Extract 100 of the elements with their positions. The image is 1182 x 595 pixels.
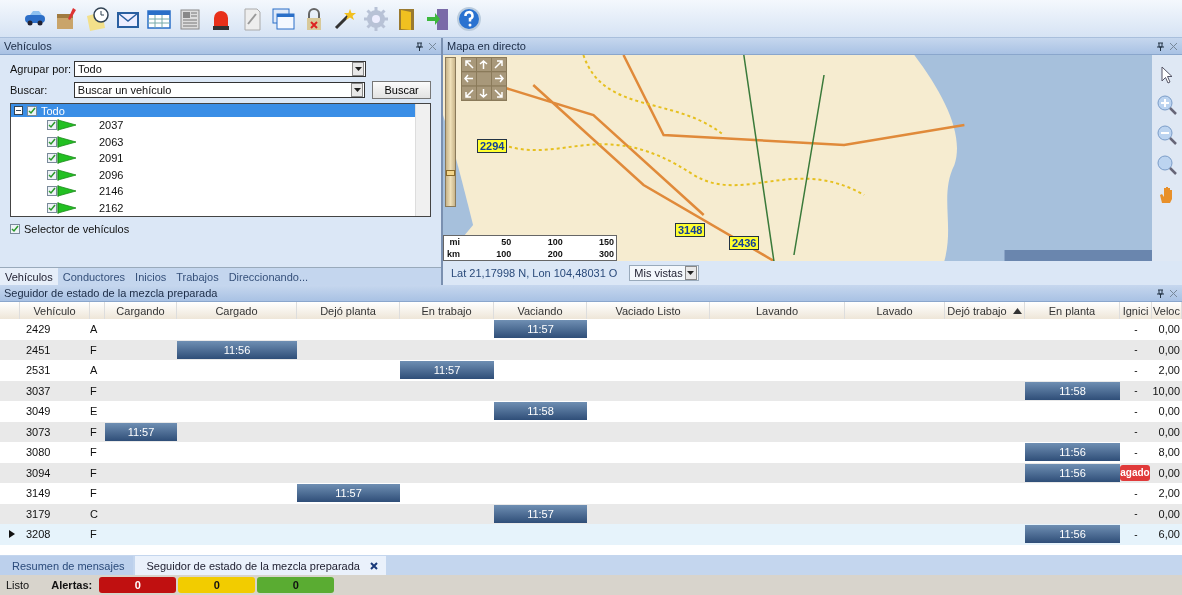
- panel-tab[interactable]: Conductores: [57, 268, 131, 285]
- slider-thumb[interactable]: [446, 170, 455, 176]
- table-cell-text: -: [1133, 486, 1139, 501]
- checkbox[interactable]: [47, 136, 57, 147]
- search-field[interactable]: Buscar un vehículo: [73, 82, 366, 98]
- table-cell: 2,00: [1158, 487, 1180, 500]
- table-row[interactable]: 2451 F 11:56 - 0,00: [0, 339, 1182, 360]
- pin-icon[interactable]: [415, 41, 424, 51]
- field-label: Buscar:: [10, 84, 49, 96]
- stage-time-bar: 11:57: [105, 422, 177, 441]
- vehicle-marker[interactable]: 2436: [729, 236, 760, 250]
- scale-unit: km: [446, 249, 461, 259]
- alert-counter[interactable]: 0: [257, 577, 335, 593]
- stage-time-bar: 11:56: [1025, 463, 1120, 482]
- alert-counter[interactable]: 0: [99, 577, 177, 593]
- tree-label[interactable]: 2162: [99, 201, 124, 214]
- table-cell: F: [90, 446, 97, 459]
- panel-title: Seguidor de estado de la mezcla preparada: [4, 287, 218, 299]
- panel-tab[interactable]: Trabajos: [171, 268, 224, 285]
- table-cell: F: [90, 384, 97, 397]
- dropdown-arrow-icon[interactable]: [687, 271, 695, 275]
- table-cell: 3049: [26, 405, 51, 418]
- collapse-icon[interactable]: [14, 106, 23, 115]
- checkbox[interactable]: [47, 202, 57, 213]
- table-cell: 0,00: [1158, 507, 1180, 520]
- checkbox-label: Selector de vehículos: [24, 223, 130, 235]
- scrollbar[interactable]: [415, 104, 430, 216]
- flag-icon: [57, 135, 77, 148]
- tree-label[interactable]: 2146: [99, 185, 124, 198]
- table-cell: A: [90, 323, 98, 336]
- panel-tab[interactable]: Direccionando...: [223, 268, 314, 285]
- sort-up-icon: [1012, 307, 1022, 314]
- checkbox[interactable]: [27, 105, 37, 116]
- pan-control[interactable]: [461, 57, 507, 101]
- scale-tick: 100: [495, 249, 513, 259]
- search-button[interactable]: Buscar: [372, 81, 431, 99]
- table-cell: 0,00: [1158, 405, 1180, 418]
- table-cell: F: [90, 466, 97, 479]
- table-cell: 3073: [26, 425, 51, 438]
- table-cell: 3179: [26, 507, 51, 520]
- scale-tick: 200: [546, 249, 564, 259]
- vehicle-marker[interactable]: 2294: [477, 139, 508, 153]
- scale-tick: 50: [500, 237, 513, 247]
- table-cell: F: [90, 343, 97, 356]
- table-row[interactable]: 3037 F 11:58 - 10,00: [0, 380, 1182, 401]
- tree-label[interactable]: 2063: [99, 135, 124, 148]
- table-cell: 3094: [26, 466, 51, 479]
- document-tab[interactable]: Seguidor de estado de la mezcla preparada: [134, 556, 386, 575]
- table-cell: 3208: [26, 528, 51, 541]
- pin-icon[interactable]: [1156, 288, 1165, 298]
- stage-time-bar: 11:57: [494, 320, 587, 339]
- tree-label: Todo: [41, 104, 65, 117]
- table-cell: 3037: [26, 384, 51, 397]
- close-icon[interactable]: [369, 561, 378, 570]
- table-cell-text: -: [1133, 507, 1139, 522]
- table-cell: 3149: [26, 487, 51, 500]
- clock-note-icon[interactable]: [84, 5, 110, 32]
- tree-label[interactable]: 2096: [99, 168, 124, 181]
- tree-label[interactable]: 2091: [99, 152, 124, 165]
- table-cell: 2,00: [1158, 364, 1180, 377]
- group-by-dropdown[interactable]: Todo: [74, 61, 366, 77]
- zoom-slider[interactable]: [445, 57, 456, 207]
- panel-title: Mapa en directo: [447, 40, 526, 52]
- table-cell-text: -: [1133, 425, 1139, 440]
- zoom-in-icon[interactable]: [1157, 95, 1177, 115]
- dropdown-arrow-icon[interactable]: [354, 67, 362, 71]
- zoom-out-icon[interactable]: [1157, 125, 1177, 145]
- alert-counter[interactable]: 0: [178, 577, 256, 593]
- scale-tick: 150: [597, 237, 615, 247]
- panel-title: Vehículos: [4, 40, 52, 52]
- table-cell: 0,00: [1158, 466, 1180, 479]
- table-cell: 8,00: [1158, 446, 1180, 459]
- table-row[interactable]: 3073 F 11:57 - 0,00: [0, 421, 1182, 442]
- pin-icon[interactable]: [1156, 41, 1165, 51]
- table-row[interactable]: 3208 F 11:56 - 6,00: [0, 524, 1182, 545]
- checkbox[interactable]: [47, 169, 57, 180]
- table-row[interactable]: 3094 F 11:56 agado 0,00: [0, 462, 1182, 483]
- panel-tab[interactable]: Vehículos: [0, 268, 58, 285]
- panel-tab[interactable]: Inicios: [130, 268, 172, 285]
- flag-icon: [57, 119, 77, 132]
- magnifier-icon[interactable]: [1157, 155, 1177, 175]
- flag-icon: [57, 201, 77, 214]
- table-cell: F: [90, 487, 97, 500]
- row-pointer-icon: [9, 530, 15, 539]
- views-dropdown[interactable]: Mis vistas: [629, 265, 699, 281]
- help-icon[interactable]: [456, 5, 482, 32]
- table-row[interactable]: 3179 C 11:57 - 0,00: [0, 503, 1182, 524]
- table-cell: C: [90, 507, 98, 520]
- dropdown-arrow-icon[interactable]: [353, 88, 361, 92]
- table-cell: F: [90, 528, 97, 541]
- windows-icon[interactable]: [270, 5, 296, 32]
- tree-label[interactable]: 2037: [99, 119, 124, 132]
- stage-time-bar: 11:57: [400, 361, 494, 380]
- stage-time-bar: 11:56: [1025, 443, 1120, 462]
- table-cell-text: -: [1133, 363, 1139, 378]
- checkbox[interactable]: [10, 224, 20, 234]
- flag-icon: [57, 185, 77, 198]
- stage-time-bar: 11:57: [297, 484, 400, 503]
- document-tab[interactable]: Resumen de mensajes: [0, 556, 133, 575]
- vehicle-marker[interactable]: 3148: [675, 223, 706, 237]
